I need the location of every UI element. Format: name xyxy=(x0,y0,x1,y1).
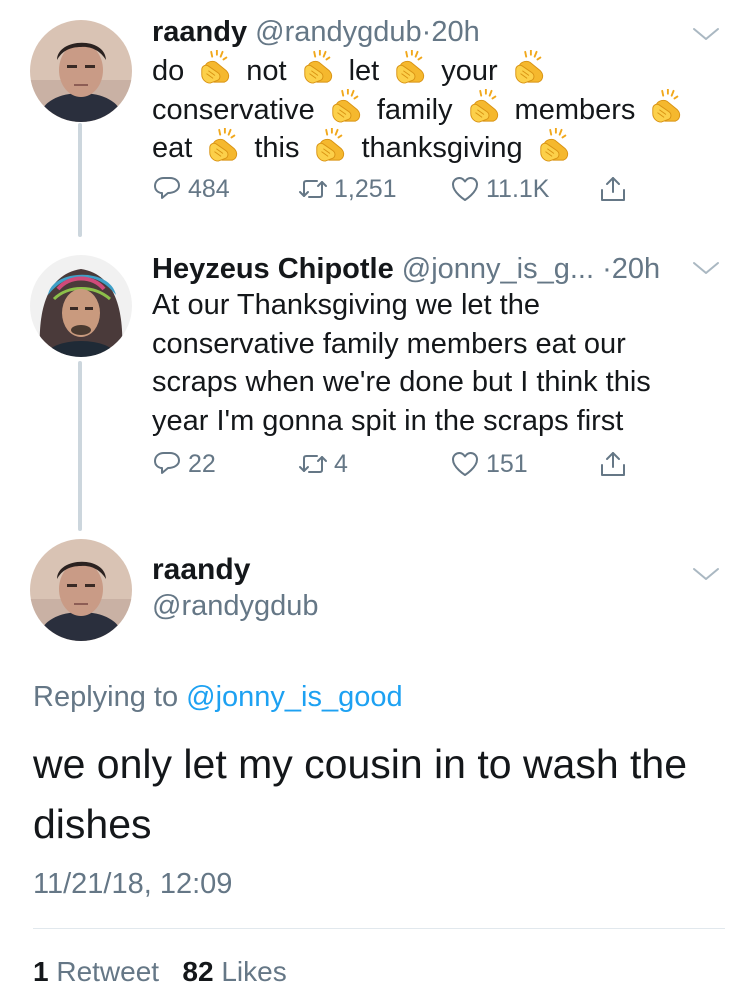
reply-count: 22 xyxy=(188,449,216,478)
retweet-count: 1,251 xyxy=(334,174,397,203)
tweet-text: At our Thanksgiving we let the conservat… xyxy=(152,286,651,441)
avatar[interactable] xyxy=(30,20,132,122)
heart-icon xyxy=(452,177,478,201)
clapping-hands-icon xyxy=(396,50,425,85)
word: thanksgiving xyxy=(361,132,523,165)
tweet-timestamp[interactable]: 11/21/18, 12:09 xyxy=(33,868,232,901)
reply-count: 484 xyxy=(188,174,230,203)
tweet-header: Heyzeus Chipotle @jonny_is_g... ·20h xyxy=(152,251,660,287)
separator-dot: · xyxy=(602,253,612,285)
clapping-hands-icon xyxy=(652,89,682,124)
clapping-hands-icon xyxy=(539,127,569,162)
word: not xyxy=(246,55,287,87)
word: this xyxy=(254,132,300,165)
like-button[interactable]: 11.1K xyxy=(450,174,549,204)
display-name[interactable]: raandy xyxy=(152,16,247,48)
retweet-icon xyxy=(299,180,327,198)
like-count: 11.1K xyxy=(486,174,550,203)
user-handle[interactable]: @jonny_is_g... xyxy=(402,253,594,285)
share-button[interactable] xyxy=(598,449,634,479)
tweet-time[interactable]: 20h xyxy=(612,253,660,285)
clapping-hands-icon xyxy=(316,127,346,162)
tweet-text-line: conservative family members eat our xyxy=(152,327,626,360)
word: eat xyxy=(152,132,193,165)
like-button[interactable]: 151 xyxy=(450,449,528,479)
replying-to: Replying to @jonny_is_good xyxy=(33,681,403,714)
clapping-hands-icon xyxy=(469,89,499,124)
thread-line xyxy=(78,361,82,531)
separator-dot: · xyxy=(421,16,432,48)
chevron-down-icon[interactable] xyxy=(691,258,721,278)
clapping-hands-icon xyxy=(209,127,238,162)
replying-prefix: Replying to xyxy=(33,681,179,713)
share-icon xyxy=(601,452,625,476)
retweet-button[interactable]: 4 xyxy=(298,449,348,479)
word: your xyxy=(441,55,498,87)
reply-icon xyxy=(154,452,180,474)
user-handle[interactable]: @randygdub xyxy=(255,16,422,48)
like-label: Likes xyxy=(221,956,287,987)
word: do xyxy=(152,55,185,87)
retweet-count: 4 xyxy=(334,449,348,478)
tweet-text: we only let my cousin in to wash the dis… xyxy=(33,741,688,847)
tweet-stats: 1 Retweet 82 Likes xyxy=(33,956,287,988)
tweet-header: raandy @randygdub·20h xyxy=(152,14,480,50)
like-total: 82 xyxy=(182,956,214,987)
reply-icon xyxy=(154,177,180,199)
reply-button[interactable]: 22 xyxy=(152,449,216,479)
chevron-down-icon[interactable] xyxy=(691,24,721,44)
retweet-icon xyxy=(299,455,327,473)
clapping-hands-icon xyxy=(201,50,230,85)
display-name[interactable]: Heyzeus Chipotle xyxy=(152,253,394,285)
retweets-stat[interactable]: 1 Retweet xyxy=(33,956,159,987)
clapping-hands-icon xyxy=(303,50,333,85)
reply-mention-link[interactable]: @jonny_is_good xyxy=(186,681,402,713)
word: members xyxy=(514,93,636,126)
tweet-text-line: scraps when we're done but I think this xyxy=(152,366,651,399)
word: conservative xyxy=(152,93,315,126)
likes-stat[interactable]: 82 Likes xyxy=(182,956,286,987)
tweet-text-line: eat this thanksgiving xyxy=(152,127,697,168)
share-icon xyxy=(601,177,625,201)
tweet-text-line: year I'm gonna spit in the scraps first xyxy=(152,405,624,438)
heart-icon xyxy=(452,452,478,476)
thread-line xyxy=(78,123,82,237)
tweet-text-line: do not let your xyxy=(152,50,697,91)
avatar[interactable] xyxy=(30,255,132,357)
retweet-total: 1 xyxy=(33,956,49,987)
word: let xyxy=(348,55,380,87)
tweet-text: do not let your conservative family memb… xyxy=(152,50,697,168)
avatar[interactable] xyxy=(30,539,132,641)
chevron-down-icon[interactable] xyxy=(691,564,721,584)
tweet-time[interactable]: 20h xyxy=(431,16,479,48)
retweet-label: Retweet xyxy=(56,956,160,987)
word: family xyxy=(376,93,453,126)
reply-button[interactable]: 484 xyxy=(152,174,230,204)
retweet-button[interactable]: 1,251 xyxy=(298,174,397,204)
user-handle[interactable]: @randygdub xyxy=(152,590,319,623)
tweet-text-line: conservative family members xyxy=(152,89,697,130)
clapping-hands-icon xyxy=(514,50,544,85)
clapping-hands-icon xyxy=(331,89,361,124)
like-count: 151 xyxy=(486,449,528,478)
tweet-text-line: At our Thanksgiving we let the xyxy=(152,289,540,321)
divider xyxy=(33,928,725,929)
display-name[interactable]: raandy xyxy=(152,553,250,587)
share-button[interactable] xyxy=(598,174,634,204)
